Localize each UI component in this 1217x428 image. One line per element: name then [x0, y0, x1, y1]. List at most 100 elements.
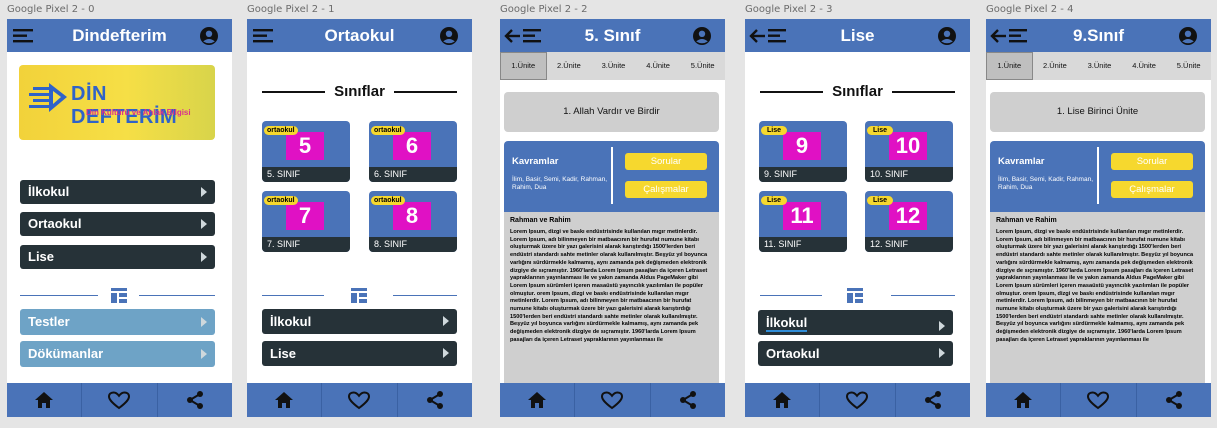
calismalar-button[interactable]: Çalışmalar: [625, 181, 707, 198]
account-icon[interactable]: [200, 27, 218, 45]
class-card-9[interactable]: 9 Lise 9. SINIF: [759, 121, 847, 182]
app-header: Ortaokul: [247, 19, 472, 52]
menu-lise[interactable]: Lise: [20, 245, 215, 269]
heart-icon: [348, 390, 371, 409]
menu-dokumanlar[interactable]: Dökümanlar: [20, 341, 215, 367]
class-card-7[interactable]: 7 ortaokul 7. SINIF: [262, 191, 350, 252]
class-card-10[interactable]: 10 Lise 10. SINIF: [865, 121, 953, 182]
app-header: Dindefterim: [7, 19, 232, 52]
class-card-6[interactable]: 6 ortaokul 6. SINIF: [369, 121, 457, 182]
dashboard-icon: [351, 288, 367, 303]
tab-unite-2[interactable]: 2.Ünite: [547, 52, 592, 80]
menu-ortaokul[interactable]: Ortaokul: [20, 212, 215, 236]
class-label: 9. SINIF: [759, 167, 847, 182]
class-card-11[interactable]: 11 Lise 11. SINIF: [759, 191, 847, 252]
calismalar-button[interactable]: Çalışmalar: [1111, 181, 1193, 198]
logo-arrow-icon: [29, 83, 67, 112]
tab-unite-5[interactable]: 5.Ünite: [1166, 52, 1211, 80]
class-label: 10. SINIF: [865, 167, 953, 182]
app-header: 5. Sınıf: [500, 19, 725, 52]
class-tag: Lise: [867, 196, 894, 205]
reading-body: Lorem Ipsum, dizgi ve baskı endüstrisind…: [996, 229, 1194, 343]
app-header: 9.Sınıf: [986, 19, 1211, 52]
app-header: Lise: [745, 19, 970, 52]
nav-favorite[interactable]: [820, 383, 896, 417]
dashboard-icon: [111, 288, 127, 303]
class-card-5[interactable]: 5 ortaokul 5. SINIF: [262, 121, 350, 182]
chevron-right-icon: [443, 316, 449, 326]
chevron-right-icon: [939, 348, 945, 358]
tab-unite-4[interactable]: 4.Ünite: [1122, 52, 1167, 80]
tab-unite-3[interactable]: 3.Ünite: [1077, 52, 1122, 80]
frame-label: Google Pixel 2 - 2: [500, 4, 588, 15]
account-icon[interactable]: [693, 27, 711, 45]
chevron-right-icon: [201, 317, 207, 327]
page-title: Dindefterim: [72, 26, 167, 45]
chevron-right-icon: [201, 349, 207, 359]
reading-panel[interactable]: Rahman ve Rahim Lorem Ipsum, dizgi ve ba…: [504, 212, 719, 384]
nav-share[interactable]: [1137, 383, 1211, 417]
account-icon[interactable]: [440, 27, 458, 45]
bottom-nav: [247, 383, 472, 417]
panel-separator: [1097, 147, 1099, 204]
nav-favorite[interactable]: [322, 383, 398, 417]
class-number: 7: [286, 202, 324, 230]
class-number: 11: [783, 202, 821, 230]
nav-favorite[interactable]: [82, 383, 158, 417]
account-icon[interactable]: [1179, 27, 1197, 45]
tab-unite-4[interactable]: 4.Ünite: [636, 52, 681, 80]
nav-share[interactable]: [398, 383, 472, 417]
class-card-12[interactable]: 12 Lise 12. SINIF: [865, 191, 953, 252]
heart-icon: [846, 390, 869, 409]
menu-testler[interactable]: Testler: [20, 309, 215, 335]
kavramlar-title: Kavramlar: [998, 156, 1045, 167]
reading-panel[interactable]: Rahman ve Rahim Lorem Ipsum, dizgi ve ba…: [990, 212, 1205, 384]
menu-ilkokul[interactable]: İlkokul: [262, 309, 457, 334]
class-tag: ortaokul: [371, 196, 405, 205]
dashboard-icon: [847, 288, 863, 303]
tab-unite-5[interactable]: 5.Ünite: [680, 52, 725, 80]
sorular-button[interactable]: Sorular: [625, 153, 707, 170]
nav-favorite[interactable]: [575, 383, 651, 417]
kavramlar-panel: Kavramlar İlim, Basir, Semi, Kadir, Rahm…: [990, 141, 1205, 212]
share-icon: [679, 391, 696, 409]
menu-label: Lise: [28, 249, 55, 264]
home-icon: [1014, 392, 1033, 408]
frame-label: Google Pixel 2 - 0: [7, 4, 95, 15]
class-label: 6. SINIF: [369, 167, 457, 182]
class-card-8[interactable]: 8 ortaokul 8. SINIF: [369, 191, 457, 252]
nav-home[interactable]: [247, 383, 323, 417]
nav-share[interactable]: [896, 383, 970, 417]
tab-unite-2[interactable]: 2.Ünite: [1033, 52, 1078, 80]
frame-label: Google Pixel 2 - 1: [247, 4, 335, 15]
sorular-button[interactable]: Sorular: [1111, 153, 1193, 170]
chevron-right-icon: [443, 348, 449, 358]
nav-share[interactable]: [651, 383, 725, 417]
menu-label: Dökümanlar: [28, 346, 104, 361]
menu-lise[interactable]: Lise: [262, 341, 457, 366]
class-number: 6: [393, 132, 431, 160]
frame-label: Google Pixel 2 - 3: [745, 4, 833, 15]
page-title: 5. Sınıf: [584, 26, 641, 45]
page-title: 9.Sınıf: [1072, 26, 1124, 45]
nav-home[interactable]: [500, 383, 576, 417]
menu-ilkokul[interactable]: İlkokul: [20, 180, 215, 204]
heart-icon: [601, 390, 624, 409]
menu-ortaokul[interactable]: Ortaokul: [758, 341, 953, 366]
account-icon[interactable]: [938, 27, 956, 45]
divider: [393, 295, 457, 296]
lise-screen: Lise Sınıflar 9 Lise 9. SINIF 10 Lise 10. SI…: [745, 19, 970, 417]
nav-share[interactable]: [158, 383, 232, 417]
tab-unite-1[interactable]: 1.Ünite: [500, 52, 547, 80]
nav-home[interactable]: [7, 383, 83, 417]
menu-ilkokul[interactable]: İlkokul: [758, 310, 953, 335]
chevron-right-icon: [201, 219, 207, 229]
nav-favorite[interactable]: [1061, 383, 1137, 417]
class-tag: Lise: [761, 126, 788, 135]
unit-tabs: 1.Ünite 2.Ünite 3.Ünite 4.Ünite 5.Ünite: [986, 52, 1211, 80]
unit-title: 1. Allah Vardır ve Birdir: [504, 92, 719, 132]
nav-home[interactable]: [986, 383, 1062, 417]
nav-home[interactable]: [745, 383, 821, 417]
tab-unite-1[interactable]: 1.Ünite: [986, 52, 1033, 80]
tab-unite-3[interactable]: 3.Ünite: [591, 52, 636, 80]
